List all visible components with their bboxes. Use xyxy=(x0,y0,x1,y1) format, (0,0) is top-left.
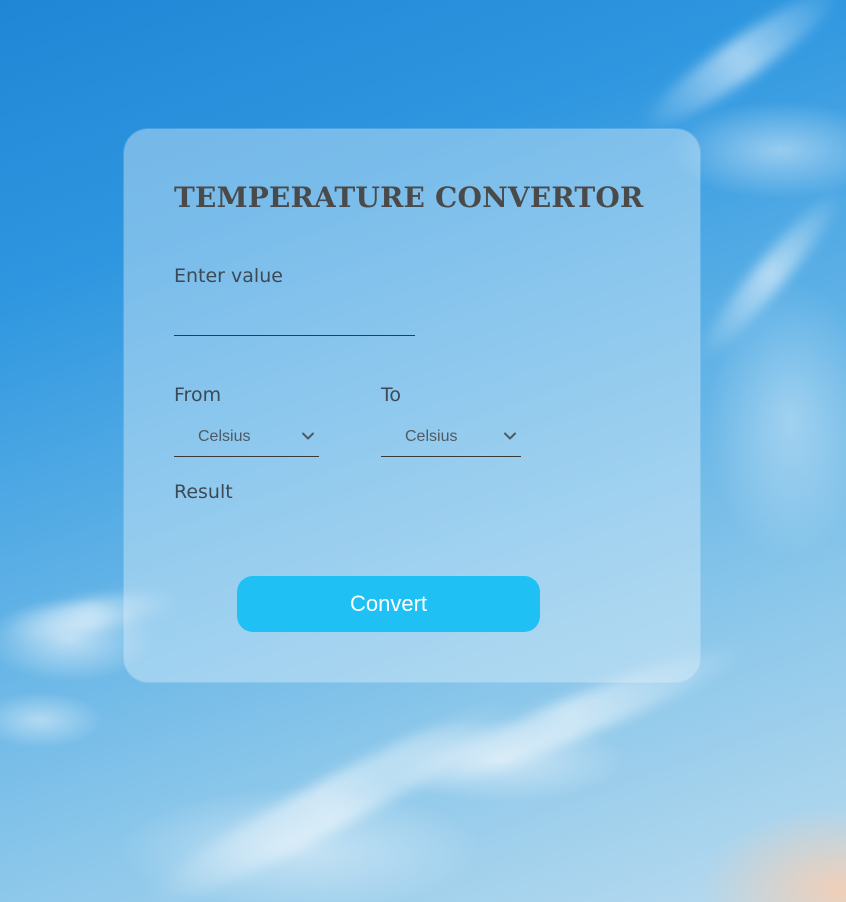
from-unit-value: Celsius xyxy=(198,427,251,445)
to-label: To xyxy=(381,384,402,406)
cloud-streak xyxy=(687,181,846,369)
value-label: Enter value xyxy=(174,265,283,287)
to-unit-value: Celsius xyxy=(405,427,458,445)
to-unit-select[interactable]: Celsius xyxy=(381,417,521,457)
value-input[interactable] xyxy=(174,307,415,336)
chevron-down-icon xyxy=(504,432,516,440)
result-label: Result xyxy=(174,481,233,503)
from-label: From xyxy=(174,384,222,406)
from-unit-select[interactable]: Celsius xyxy=(174,417,319,457)
cloud-streak xyxy=(630,0,846,146)
convert-button[interactable]: Convert xyxy=(237,576,540,632)
page-title: TEMPERATURE CONVERTOR xyxy=(174,181,644,214)
converter-card: TEMPERATURE CONVERTOR Enter value From C… xyxy=(124,129,700,682)
cloud-streak xyxy=(132,684,528,902)
chevron-down-icon xyxy=(302,432,314,440)
